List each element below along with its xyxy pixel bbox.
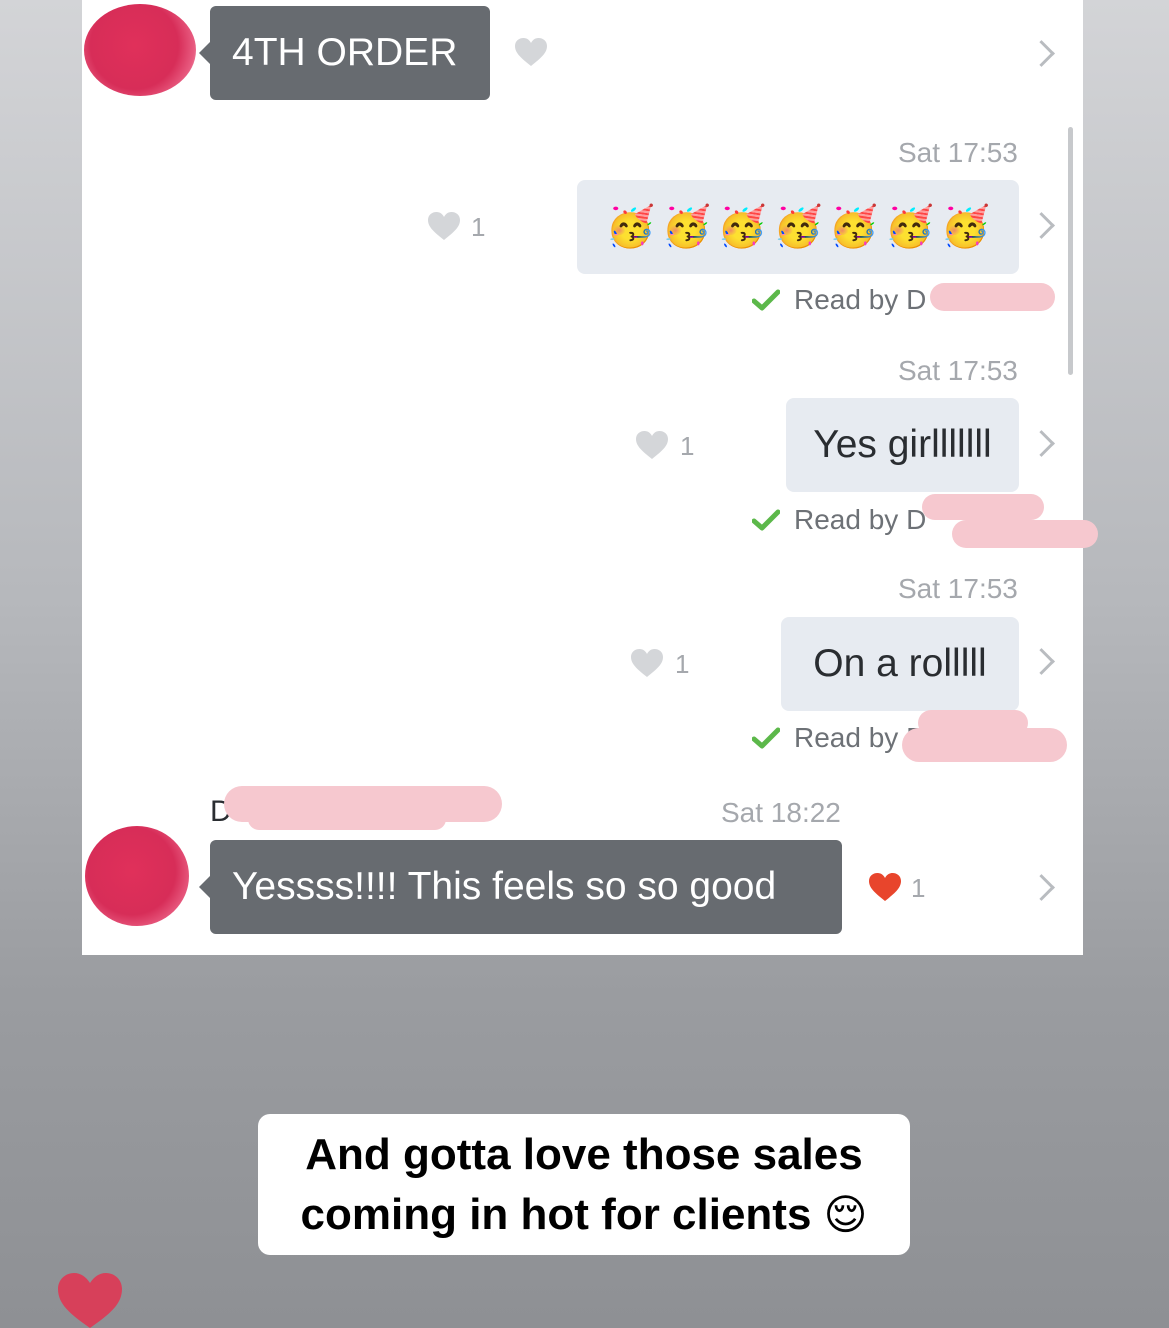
party-face-emoji: 🥳 — [884, 205, 935, 249]
check-icon — [752, 727, 780, 749]
message-bubble[interactable]: 4TH ORDER — [199, 6, 490, 100]
check-icon — [752, 509, 780, 531]
message-bubble[interactable]: 🥳 🥳 🥳 🥳 🥳 🥳 🥳 — [577, 180, 1019, 274]
party-face-emoji: 🥳 — [661, 205, 712, 249]
like-heart-icon[interactable] — [635, 430, 669, 460]
chat-screenshot: 4TH ORDER Sat 17:53 1 🥳 🥳 🥳 🥳 🥳 🥳 🥳 Read… — [82, 0, 1098, 955]
read-receipt: Read by D — [752, 722, 926, 754]
like-heart-icon[interactable] — [514, 37, 548, 67]
caption-line: coming in hot for clients 😌 — [301, 1185, 868, 1245]
message-text: Yes girlllllll — [813, 423, 992, 466]
like-count: 1 — [675, 649, 690, 679]
read-by-label: Read by D — [794, 284, 927, 315]
message-text: On a rolllll — [813, 642, 987, 685]
caption-line: And gotta love those sales — [305, 1129, 863, 1179]
redacted-name — [930, 283, 1055, 311]
party-face-emoji: 🥳 — [828, 205, 879, 249]
story-caption: And gotta love those sales coming in hot… — [258, 1114, 910, 1255]
like-count: 1 — [471, 212, 486, 242]
story-heart-icon[interactable] — [56, 1272, 124, 1328]
redacted-name — [248, 808, 446, 830]
sender-avatar[interactable] — [85, 826, 189, 926]
party-face-emoji: 🥳 — [940, 205, 991, 249]
redacted-name — [902, 728, 1067, 762]
message-bubble[interactable]: Yes girlllllll — [786, 398, 1019, 492]
message-bubble[interactable]: Yessss!!!! This feels so so good — [199, 840, 842, 934]
like-count: 1 — [911, 873, 926, 903]
message-timestamp: Sat 17:53 — [898, 573, 1018, 604]
redacted-name — [922, 494, 1044, 520]
like-heart-icon[interactable] — [427, 211, 461, 241]
message-timestamp: Sat 17:53 — [898, 137, 1018, 168]
party-face-emoji: 🥳 — [717, 205, 768, 249]
chevron-right-icon[interactable] — [1028, 430, 1055, 457]
party-face-emoji: 🥳 — [605, 205, 656, 249]
caption-text: coming in hot for clients — [300, 1189, 812, 1239]
chevron-right-icon[interactable] — [1028, 648, 1055, 675]
message-text: Yessss!!!! This feels so so good — [232, 865, 777, 908]
party-emoji-row: 🥳 🥳 🥳 🥳 🥳 🥳 🥳 — [606, 207, 991, 247]
sender-avatar[interactable] — [84, 4, 196, 96]
like-count: 1 — [680, 431, 695, 461]
message-timestamp: Sat 17:53 — [898, 355, 1018, 386]
chevron-right-icon[interactable] — [1028, 874, 1055, 901]
chevron-right-icon[interactable] — [1028, 40, 1055, 67]
party-face-emoji: 🥳 — [773, 205, 823, 249]
read-receipt: Read by D — [752, 284, 926, 316]
message-text: 4TH ORDER — [232, 31, 458, 74]
message-bubble[interactable]: On a rolllll — [781, 617, 1019, 711]
redacted-name — [952, 520, 1098, 548]
read-by-label: Read by D — [794, 504, 927, 535]
scrollbar[interactable] — [1068, 127, 1073, 375]
read-receipt: Read by D — [752, 504, 926, 536]
check-icon — [752, 289, 780, 311]
like-heart-icon[interactable] — [868, 872, 902, 902]
message-timestamp: Sat 18:22 — [721, 797, 841, 828]
chevron-right-icon[interactable] — [1028, 212, 1055, 239]
like-heart-icon[interactable] — [630, 648, 664, 678]
relieved-face-emoji: 😌 — [823, 1190, 868, 1238]
